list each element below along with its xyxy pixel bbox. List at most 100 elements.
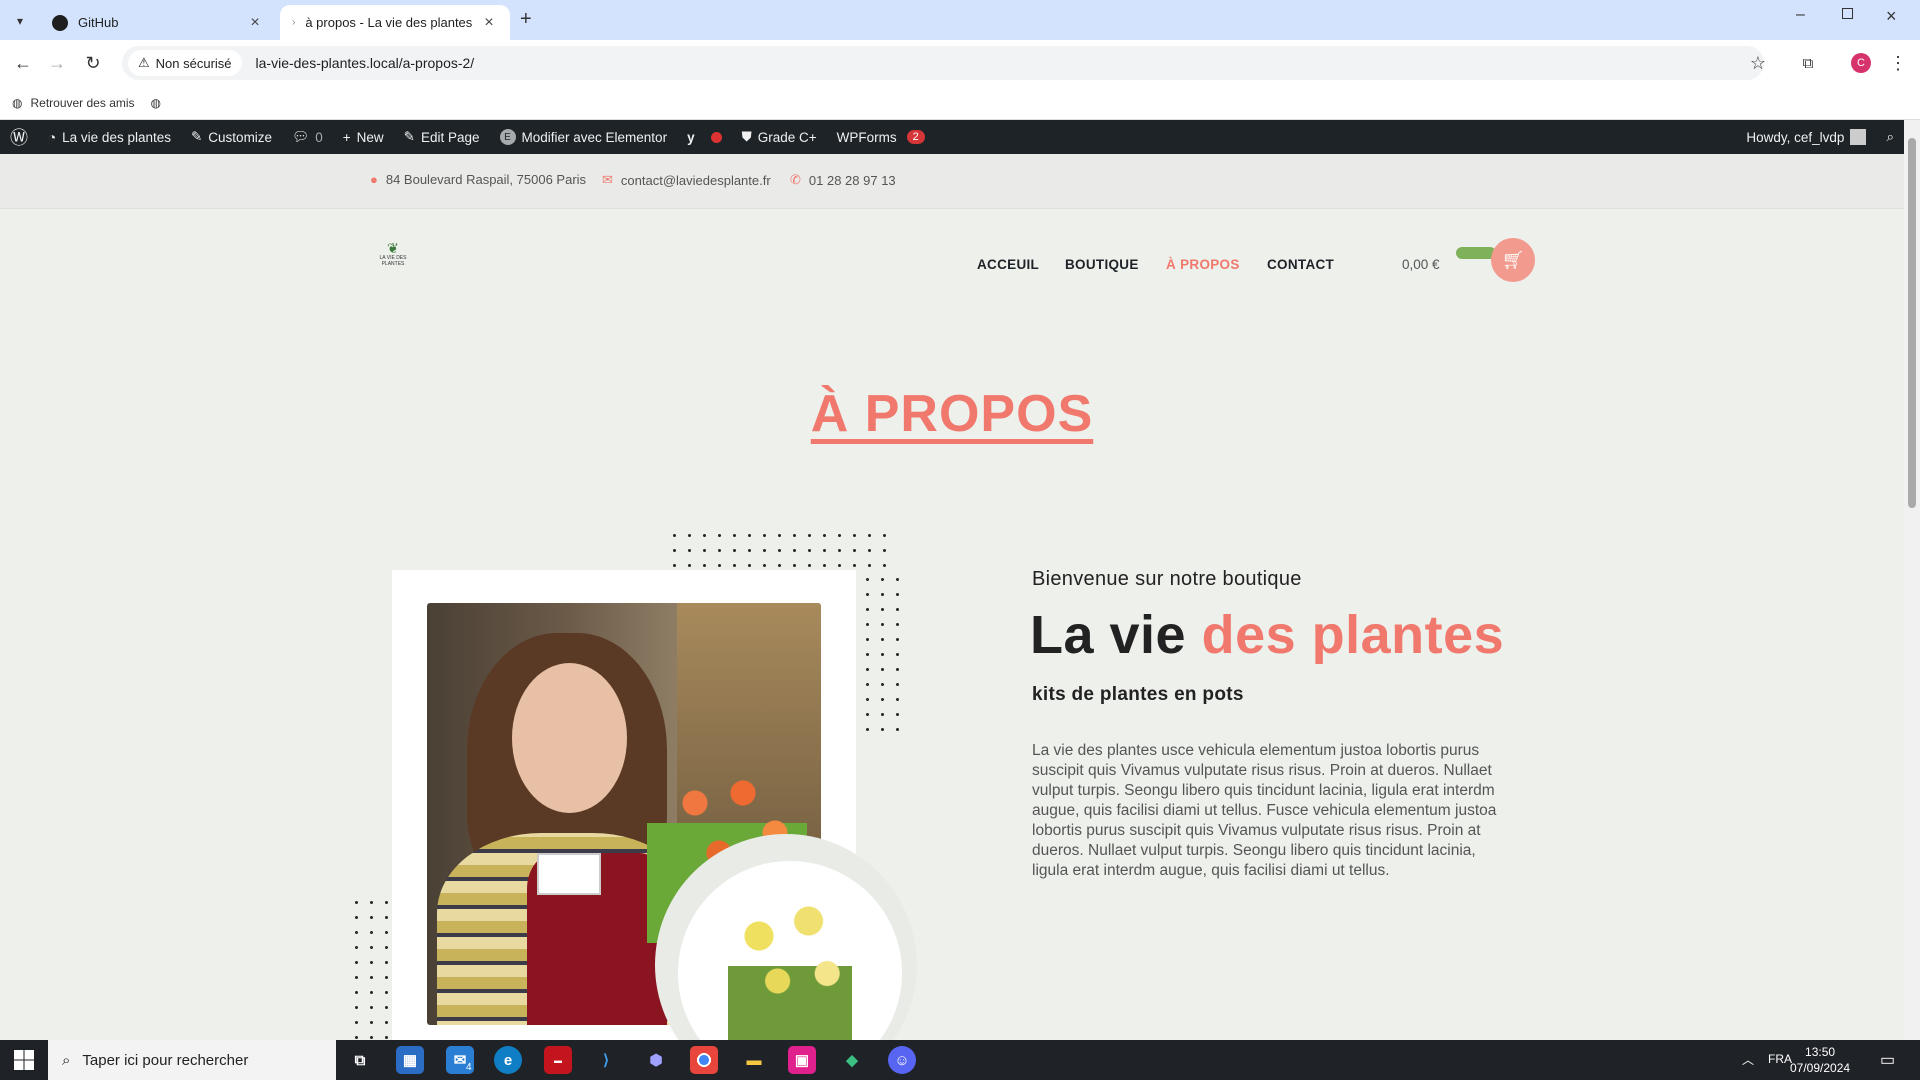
- bookmark-retrouver-des-amis[interactable]: Retrouver des amis: [30, 96, 134, 110]
- vscode-icon[interactable]: ⟩: [592, 1046, 620, 1074]
- profile-avatar[interactable]: C: [1851, 53, 1871, 73]
- search-icon[interactable]: ⌕: [1876, 120, 1904, 154]
- tray-chevron-icon[interactable]: ︿: [1742, 1051, 1754, 1068]
- shield-icon: ⛊: [741, 129, 752, 144]
- wpforms-badge: 2: [906, 130, 925, 144]
- edit-label: Edit Page: [420, 129, 480, 145]
- store-icon[interactable]: ▦: [396, 1046, 424, 1074]
- page-scrollbar[interactable]: [1904, 120, 1920, 1040]
- notification-icon[interactable]: ▭: [1880, 1050, 1895, 1070]
- page-title: À PROPOS: [810, 385, 1094, 443]
- leaf-icon: ❦: [387, 240, 399, 256]
- dots-decoration-top: [667, 528, 897, 572]
- site-logo[interactable]: ❦ LA VIE DES PLANTES: [376, 241, 410, 275]
- cart-button[interactable]: 🛒︎: [1491, 238, 1535, 282]
- windows-start-icon[interactable]: [14, 1050, 34, 1070]
- bookmark-star-icon[interactable]: ☆: [1743, 48, 1773, 78]
- security-chip[interactable]: ⚠ Non sécurisé: [128, 50, 242, 76]
- brush-icon: ✎: [190, 129, 203, 144]
- phone-info[interactable]: ✆ 01 28 28 97 13: [790, 172, 896, 188]
- browser-tab-strip: ▾ GitHub × › à propos - La vie des plant…: [0, 0, 1920, 40]
- task-view-icon[interactable]: ⧉: [346, 1046, 374, 1074]
- wp-new[interactable]: + New: [333, 120, 394, 154]
- email-info[interactable]: ✉ contact@laviedesplante.fr: [602, 172, 771, 188]
- wp-comments[interactable]: 💬︎ 0: [282, 120, 333, 154]
- address-bar[interactable]: ⚠ Non sécurisé la-vie-des-plantes.local/…: [122, 46, 1764, 80]
- reload-icon[interactable]: ↻: [78, 48, 108, 78]
- app-green-icon[interactable]: ◆: [838, 1046, 866, 1074]
- browser-toolbar: ← → ↻ ⚠ Non sécurisé la-vie-des-plantes.…: [0, 40, 1920, 86]
- menu-icon[interactable]: ⋮: [1883, 48, 1913, 78]
- edge-icon[interactable]: e: [494, 1046, 522, 1074]
- elementor-icon: E: [499, 129, 516, 145]
- elementor-label: Modifier avec Elementor: [521, 129, 668, 145]
- close-tab-icon[interactable]: ×: [246, 14, 264, 32]
- nav-contact[interactable]: CONTACT: [1267, 257, 1334, 272]
- wp-grade[interactable]: ⛊ Grade C+: [732, 120, 827, 154]
- about-paragraph: La vie des plantes usce vehicula element…: [1032, 742, 1497, 879]
- close-window-icon[interactable]: ×: [1886, 6, 1897, 27]
- discord-icon[interactable]: ☺: [888, 1046, 916, 1074]
- wp-customize[interactable]: ✎ Customize: [181, 120, 282, 154]
- back-icon[interactable]: ←: [8, 48, 38, 78]
- envelope-icon: ✉: [602, 172, 613, 187]
- search-icon: ⌕: [62, 1051, 71, 1069]
- clock-date: 07/09/2024: [1790, 1061, 1851, 1075]
- wp-wpforms[interactable]: WPForms 2: [827, 120, 935, 154]
- wp-elementor[interactable]: E Modifier avec Elementor: [490, 120, 678, 154]
- chrome-icon[interactable]: [690, 1046, 718, 1074]
- restore-icon[interactable]: [1842, 8, 1853, 19]
- wp-howdy[interactable]: Howdy, cef_lvdp: [1736, 120, 1876, 154]
- dashboard-icon: ◔: [48, 129, 57, 145]
- yellow-tulips-vase: [728, 891, 852, 1040]
- app-pink-icon[interactable]: ▣: [788, 1046, 816, 1074]
- app-red-icon[interactable]: ▬: [544, 1046, 572, 1074]
- taskbar-search[interactable]: ⌕ Taper ici pour rechercher: [48, 1040, 336, 1080]
- url-text[interactable]: la-vie-des-plantes.local/a-propos-2/: [256, 55, 475, 71]
- seo-status-dot: [710, 131, 722, 143]
- search-placeholder: Taper ici pour rechercher: [82, 1051, 249, 1069]
- scrollbar-thumb[interactable]: [1908, 138, 1916, 508]
- new-tab-button[interactable]: +: [520, 8, 532, 31]
- file-explorer-icon[interactable]: ▬: [740, 1046, 768, 1074]
- close-tab-icon[interactable]: ×: [480, 14, 498, 32]
- security-label: Non sécurisé: [155, 55, 232, 71]
- clock-time: 13:50: [1805, 1045, 1836, 1059]
- github-icon: [52, 14, 68, 31]
- site-header: ❦ LA VIE DES PLANTES ACCEUIL BOUTIQUE À …: [0, 209, 1904, 319]
- language-indicator[interactable]: FRA: [1768, 1052, 1792, 1066]
- brand-subtitle: kits de plantes en pots: [1032, 684, 1244, 705]
- mail-badge: 4: [466, 1062, 472, 1073]
- name-tag: [537, 853, 601, 895]
- tab-a-propos[interactable]: › à propos - La vie des plantes ×: [280, 5, 510, 40]
- tab-list-button[interactable]: ▾: [8, 9, 32, 33]
- wordpress-icon[interactable]: Ⓦ: [0, 120, 38, 154]
- page-icon: ›: [292, 17, 296, 28]
- nav-boutique[interactable]: BOUTIQUE: [1065, 257, 1139, 272]
- cart-icon: 🛒︎: [1501, 249, 1525, 270]
- warning-icon: ⚠: [138, 55, 150, 70]
- address-text: 84 Boulevard Raspail, 75006 Paris: [385, 172, 587, 187]
- wp-yoast[interactable]: y: [677, 120, 732, 154]
- extensions-icon[interactable]: ⧉: [1793, 48, 1823, 78]
- tab-github[interactable]: GitHub ×: [40, 5, 276, 40]
- brand-title-part1: La vie: [1030, 605, 1187, 665]
- nav-a-propos[interactable]: À PROPOS: [1166, 257, 1240, 272]
- wp-edit-page[interactable]: ✎ Edit Page: [394, 120, 490, 154]
- address-info: ● 84 Boulevard Raspail, 75006 Paris: [370, 172, 586, 187]
- nav-acceuil[interactable]: ACCEUIL: [977, 257, 1039, 272]
- grade-label: Grade C+: [757, 129, 817, 145]
- cart-total[interactable]: 0,00 €: [1402, 257, 1440, 272]
- customize-label: Customize: [208, 129, 273, 145]
- tab-title: à propos - La vie des plantes: [305, 15, 473, 30]
- system-clock[interactable]: 13:50 07/09/2024: [1790, 1044, 1850, 1076]
- globe-icon[interactable]: ◍: [151, 96, 161, 110]
- windows-taskbar: ⌕ Taper ici pour rechercher ⧉ ▦ ✉ 4 e ▬ …: [0, 1040, 1920, 1080]
- brand-title: La vie des plantes: [1030, 604, 1504, 666]
- comment-icon: 💬︎: [292, 129, 310, 144]
- app-hexagon-icon[interactable]: ⬢: [642, 1046, 670, 1074]
- forward-icon[interactable]: →: [42, 48, 72, 78]
- woman-face: [512, 663, 627, 813]
- minimize-icon[interactable]: –: [1796, 6, 1805, 24]
- wp-site-link[interactable]: ◔ La vie des plantes: [38, 120, 181, 154]
